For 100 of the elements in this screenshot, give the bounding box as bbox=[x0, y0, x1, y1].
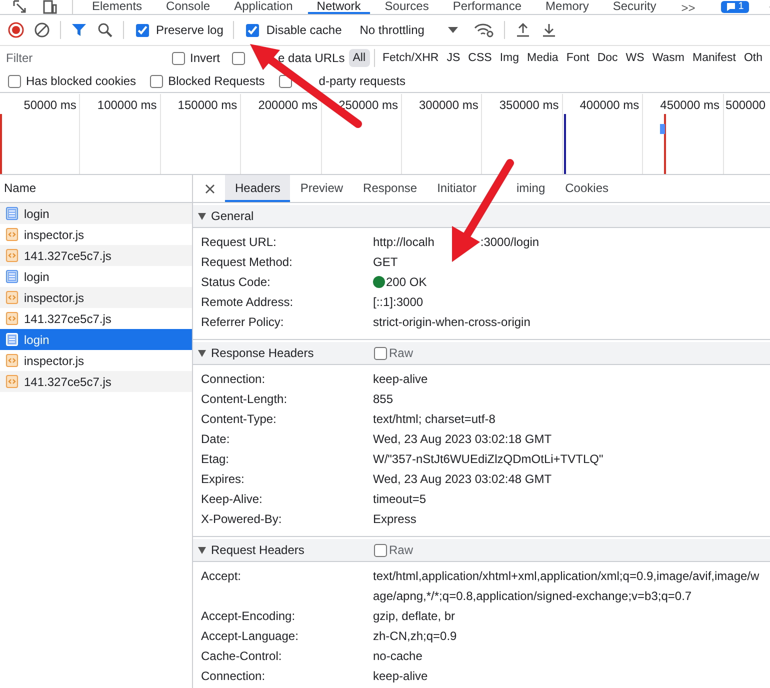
request-row[interactable]: login bbox=[0, 329, 192, 350]
timeline-tick: 200000 ms bbox=[258, 98, 318, 112]
request-row[interactable]: 141.327ce5c7.js bbox=[0, 371, 192, 392]
header-name: Content-Length: bbox=[201, 391, 288, 408]
type-filter[interactable]: Media bbox=[523, 49, 562, 67]
inspect-icon[interactable] bbox=[12, 0, 28, 14]
raw-checkbox[interactable] bbox=[374, 544, 387, 556]
header-value: age/apng,*/*;q=0.8,application/signed-exchange;v=b3;q=0.7 bbox=[373, 588, 693, 605]
header-value: Wed, 23 Aug 2023 03:02:48 GMT bbox=[373, 471, 552, 488]
header-value: timeout=5 bbox=[373, 491, 426, 508]
checkbox-label: Blocked Requests bbox=[168, 74, 265, 88]
wifi-gear-icon[interactable] bbox=[474, 22, 494, 38]
device-icon[interactable] bbox=[42, 0, 58, 14]
header-value: W/"357-nStJt6WUEdiZlzQDmOtLi+TVTLQ" bbox=[373, 451, 604, 468]
header-name: Status Code: bbox=[201, 274, 272, 291]
detail-tab[interactable]: Response bbox=[353, 175, 428, 202]
timeline-tick: 250000 ms bbox=[338, 98, 398, 112]
type-filter[interactable]: Oth bbox=[740, 49, 766, 67]
throttling-dropdown[interactable]: No throttling bbox=[360, 23, 458, 37]
type-filter[interactable]: Font bbox=[562, 49, 594, 67]
issues-badge[interactable]: 1 bbox=[721, 1, 749, 13]
panel-tab[interactable]: Performance bbox=[444, 0, 531, 14]
timeline-tick: 50000 ms bbox=[24, 98, 76, 112]
header-name: Request URL: bbox=[201, 234, 278, 251]
invert-checkbox[interactable] bbox=[172, 52, 185, 64]
request-row[interactable]: 141.327ce5c7.js bbox=[0, 245, 192, 266]
type-filter[interactable]: CSS bbox=[464, 49, 496, 67]
panel-tab[interactable]: Console bbox=[157, 0, 220, 14]
detail-tab[interactable]: Headers bbox=[225, 175, 290, 202]
filter-checkbox[interactable] bbox=[8, 74, 21, 88]
type-filter[interactable]: Manifest bbox=[688, 49, 740, 67]
section-header[interactable]: Request Headers Raw bbox=[193, 537, 770, 562]
header-value: zh-CN,zh;q=0.9 bbox=[373, 628, 457, 645]
timeline-tick: 400000 ms bbox=[580, 98, 640, 112]
header-name: Cache-Control: bbox=[201, 648, 283, 665]
header-name: Connection: bbox=[201, 668, 266, 685]
section-header[interactable]: Response Headers Raw bbox=[193, 340, 770, 365]
request-row[interactable]: 141.327ce5c7.js bbox=[0, 308, 192, 329]
header-name: Request Method: bbox=[201, 254, 294, 271]
request-row[interactable]: login bbox=[0, 203, 192, 224]
section-header[interactable]: General bbox=[193, 203, 770, 228]
filter-checkbox[interactable] bbox=[150, 74, 164, 88]
timeline-tick: 500000 bbox=[726, 98, 766, 112]
document-icon bbox=[6, 270, 18, 283]
detail-tab[interactable]: Initiator bbox=[427, 175, 486, 202]
header-value: :3000/login bbox=[480, 234, 540, 251]
header-value: Wed, 23 Aug 2023 03:02:18 GMT bbox=[373, 431, 552, 448]
status-dot bbox=[373, 276, 385, 288]
request-row[interactable]: inspector.js bbox=[0, 224, 192, 245]
header-value: GET bbox=[373, 254, 398, 271]
preserve-log-checkbox[interactable] bbox=[136, 24, 149, 36]
detail-tab[interactable]: Preview bbox=[290, 175, 354, 202]
filter-checkbox[interactable] bbox=[278, 74, 292, 88]
column-header[interactable]: Name bbox=[4, 181, 36, 195]
record-stop-icon[interactable] bbox=[8, 22, 24, 38]
panel-tab[interactable]: Memory bbox=[536, 0, 598, 14]
panel-tab[interactable]: Sources bbox=[376, 0, 438, 14]
request-row[interactable]: login bbox=[0, 266, 192, 287]
detail-tab[interactable]: Cookies bbox=[555, 175, 618, 202]
type-filter[interactable]: Img bbox=[496, 49, 523, 67]
filter-icon[interactable] bbox=[71, 22, 87, 38]
request-row[interactable]: inspector.js bbox=[0, 287, 192, 308]
panel-tab[interactable]: Application bbox=[225, 0, 302, 14]
type-filter[interactable]: Fetch/XHR bbox=[378, 49, 443, 67]
header-value: 855 bbox=[373, 391, 394, 408]
upload-icon[interactable] bbox=[515, 22, 532, 38]
load-marker bbox=[664, 114, 666, 174]
download-icon[interactable] bbox=[541, 22, 558, 38]
search-icon[interactable] bbox=[97, 22, 113, 38]
type-filter[interactable]: WS bbox=[622, 49, 648, 67]
document-icon bbox=[6, 207, 18, 220]
timeline-tick: 150000 ms bbox=[178, 98, 238, 112]
script-icon bbox=[6, 249, 18, 262]
script-icon bbox=[6, 228, 18, 241]
disable-cache-checkbox[interactable] bbox=[246, 24, 260, 36]
panel-tab[interactable]: Security bbox=[604, 0, 666, 14]
panel-tab[interactable]: Network bbox=[308, 0, 370, 14]
hide-data-urls-checkbox[interactable] bbox=[232, 52, 246, 64]
request-row[interactable]: inspector.js bbox=[0, 350, 192, 371]
raw-checkbox[interactable] bbox=[374, 346, 387, 360]
more-tabs[interactable]: >> bbox=[671, 2, 706, 14]
header-value: http://localh bbox=[373, 234, 434, 251]
expand-triangle-icon bbox=[198, 546, 206, 554]
header-name: Date: bbox=[201, 431, 231, 448]
dom-marker bbox=[564, 114, 566, 174]
script-icon bbox=[6, 375, 18, 388]
detail-tab[interactable]: iming bbox=[486, 175, 556, 202]
header-value: [::1]:3000 bbox=[373, 294, 424, 311]
clear-icon[interactable] bbox=[34, 22, 50, 38]
type-filter[interactable]: Wasm bbox=[648, 49, 688, 67]
checkbox-label: Preserve log bbox=[156, 23, 224, 37]
type-filter[interactable]: JS bbox=[442, 49, 464, 67]
type-filter[interactable]: All bbox=[348, 49, 370, 67]
timeline-tick: 350000 ms bbox=[499, 98, 559, 112]
header-value: text/html,application/xhtml+xml,application/xml;q=0.9,image/avif,image/w bbox=[373, 568, 760, 585]
panel-tab[interactable]: Elements bbox=[83, 0, 152, 14]
close-icon[interactable] bbox=[205, 184, 215, 194]
header-name: Referrer Policy: bbox=[201, 314, 285, 331]
header-value: no-cache bbox=[373, 648, 422, 665]
type-filter[interactable]: Doc bbox=[593, 49, 622, 67]
